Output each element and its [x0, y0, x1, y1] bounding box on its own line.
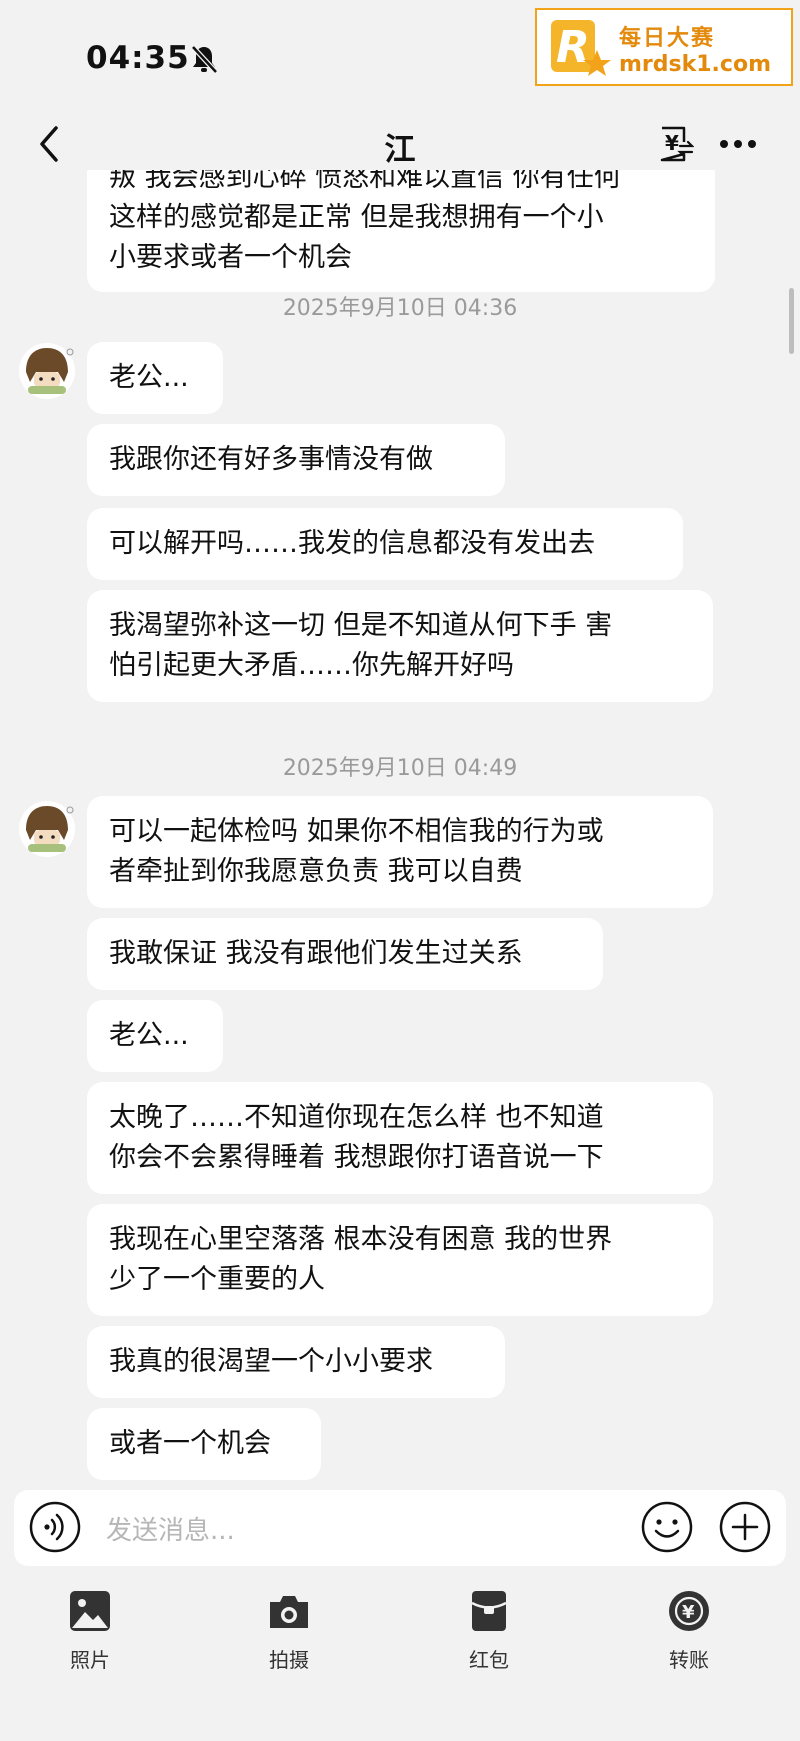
timestamp: 2025年9月10日 04:36 — [282, 296, 518, 321]
message-placeholder: 发送消息... — [106, 1516, 235, 1546]
camera-label: 拍摄 — [269, 1648, 309, 1672]
more-icon[interactable] — [718, 130, 758, 158]
transfer-button[interactable]: ¥ 转账 — [629, 1588, 749, 1688]
message-bubble[interactable]: 叛 我会感到心碎 愤怒和难以置信 你有任何 这样的感觉都是正常 但是我想拥有一个… — [87, 170, 715, 292]
message-bubble[interactable]: 太晚了……不知道你现在怎么样 也不知道 你会不会累得睡着 我想跟你打语音说一下 — [87, 1082, 713, 1194]
red-packet-button[interactable]: 红包 — [429, 1588, 549, 1688]
transfer-label: 转账 — [669, 1648, 709, 1672]
watermark: R 每日大赛 mrdsk1.com — [535, 8, 793, 86]
message-bubble[interactable]: 可以解开吗……我发的信息都没有发出去 — [87, 508, 683, 580]
camera-icon — [270, 1596, 308, 1628]
status-time: 04:35 — [86, 40, 190, 76]
watermark-name: 每日大赛 — [619, 26, 716, 51]
photo-icon — [70, 1591, 110, 1631]
message-bubble[interactable]: 我跟你还有好多事情没有做 — [87, 424, 505, 496]
photo-button[interactable]: 照片 — [30, 1588, 150, 1688]
avatar[interactable] — [18, 342, 76, 400]
svg-text:¥: ¥ — [682, 1602, 695, 1623]
emoji-icon[interactable] — [640, 1500, 694, 1554]
plus-icon[interactable] — [718, 1500, 772, 1554]
red-packet-icon — [471, 1591, 507, 1631]
timestamp: 2025年9月10日 04:49 — [282, 756, 518, 781]
message-bubble[interactable]: 可以一起体检吗 如果你不相信我的行为或 者牵扯到你我愿意负责 我可以自费 — [87, 796, 713, 908]
photo-label: 照片 — [70, 1648, 110, 1672]
transfer-icon: ¥ — [669, 1591, 709, 1631]
watermark-url: mrdsk1.com — [619, 52, 771, 77]
message-bubble[interactable]: 我渴望弥补这一切 但是不知道从何下手 害 怕引起更大矛盾……你先解开好吗 — [87, 590, 713, 702]
bell-muted-icon — [191, 45, 218, 74]
svg-text:R: R — [556, 22, 590, 73]
message-bubble[interactable]: 老公... — [87, 1000, 223, 1072]
camera-button[interactable]: 拍摄 — [229, 1588, 349, 1688]
scrollbar[interactable] — [789, 288, 794, 354]
message-bubble[interactable]: 我真的很渴望一个小小要求 — [87, 1326, 505, 1398]
voice-icon[interactable] — [28, 1500, 82, 1554]
transfer-money-icon[interactable]: ¥ — [658, 124, 694, 164]
composer: 发送消息... — [0, 1490, 800, 1576]
watermark-logo: R — [551, 20, 611, 76]
message-list[interactable]: 叛 我会感到心碎 愤怒和难以置信 你有任何 这样的感觉都是正常 但是我想拥有一个… — [0, 170, 800, 1490]
svg-text:¥: ¥ — [665, 131, 679, 155]
message-bubble[interactable]: 或者一个机会 — [87, 1408, 321, 1480]
message-bubble[interactable]: 老公... — [87, 342, 223, 414]
message-bubble[interactable]: 我现在心里空落落 根本没有困意 我的世界 少了一个重要的人 — [87, 1204, 713, 1316]
attachment-toolbar: 照片 拍摄 红包 ¥ 转账 — [0, 1576, 800, 1741]
avatar[interactable] — [18, 800, 76, 858]
red-packet-label: 红包 — [469, 1648, 509, 1672]
message-bubble[interactable]: 我敢保证 我没有跟他们发生过关系 — [87, 918, 603, 990]
